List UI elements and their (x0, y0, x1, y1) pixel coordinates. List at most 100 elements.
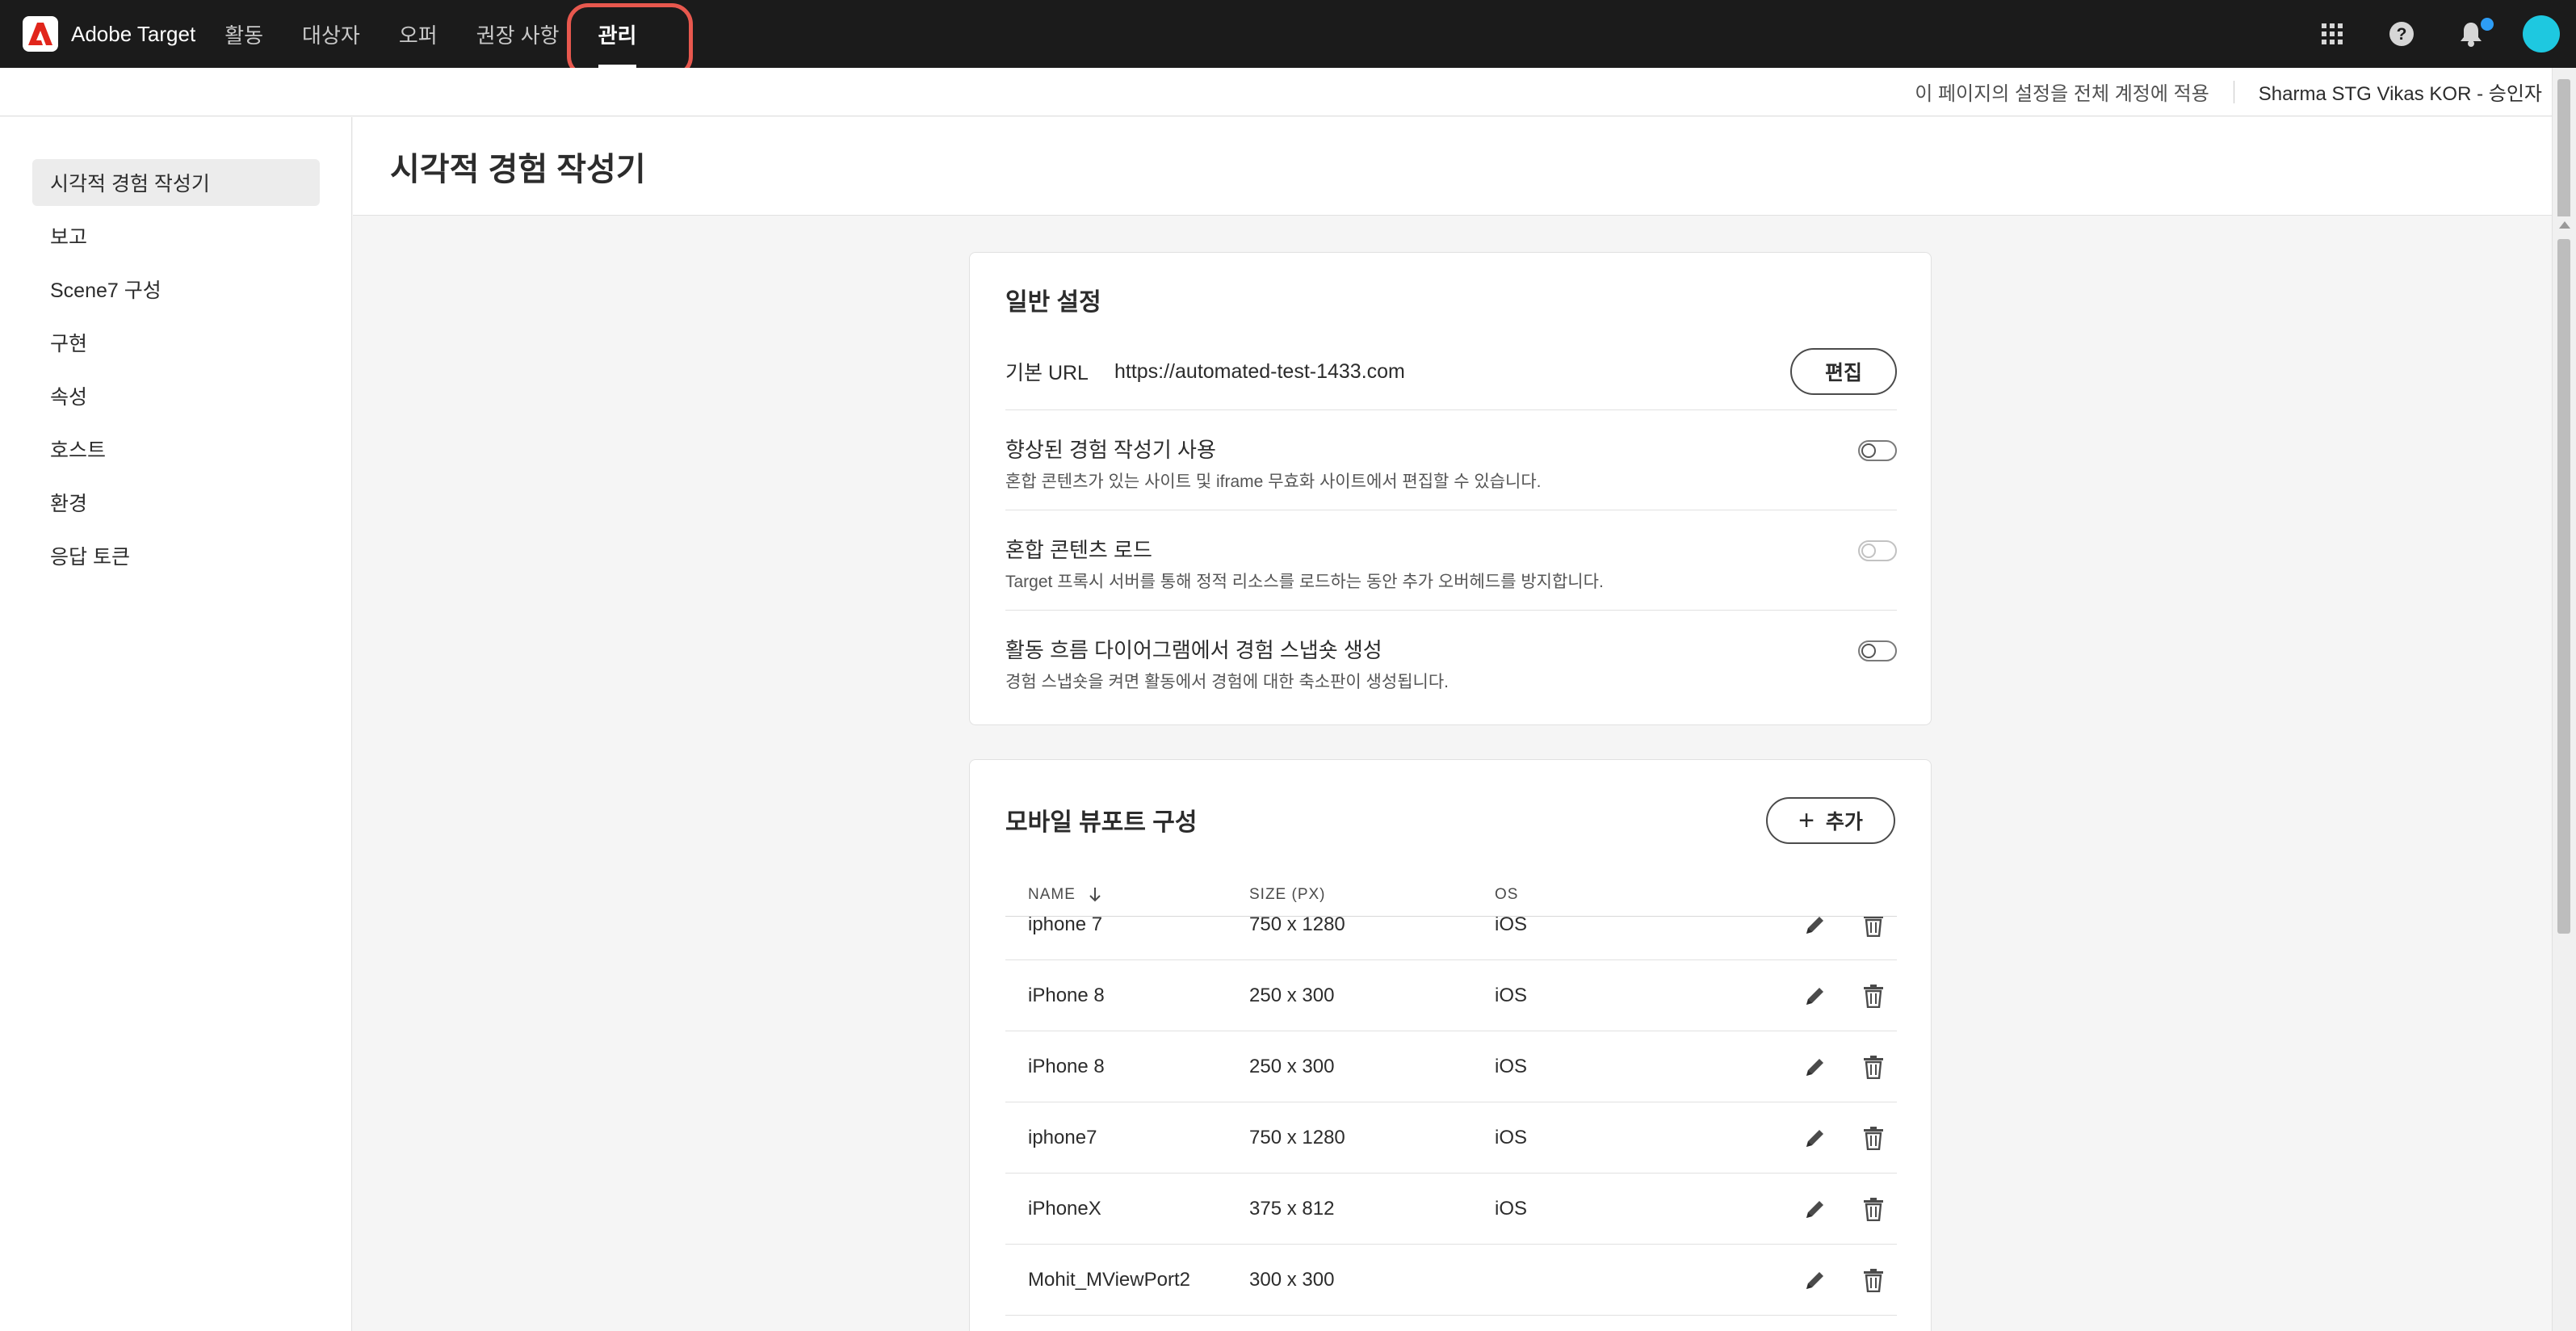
edit-pencil-icon[interactable] (1802, 917, 1829, 938)
add-button-label: 추가 (1825, 811, 1863, 833)
setting-title: 향상된 경험 작성기 사용 (1005, 438, 1216, 462)
viewport-os-cell: iOS (1495, 1197, 1528, 1220)
enhanced-composer-toggle[interactable] (1858, 440, 1897, 461)
column-name-label: NAME (1028, 885, 1076, 903)
viewport-name-cell: iphone 7 (1028, 917, 1103, 935)
divider (1005, 610, 1897, 611)
notification-badge (2479, 16, 2495, 32)
content-scrollbar-thumb[interactable] (2557, 239, 2570, 934)
adobe-logo-icon (23, 16, 58, 52)
viewport-os-cell: iOS (1495, 917, 1528, 935)
edit-pencil-icon[interactable] (1802, 1124, 1829, 1152)
row-actions (1737, 1053, 1897, 1081)
viewport-name-cell: iPhoneX (1028, 1197, 1101, 1220)
delete-trash-icon[interactable] (1860, 1266, 1887, 1294)
base-url-row: 기본 URL https://automated-test-1433.com 편… (1005, 342, 1897, 401)
column-header-os[interactable]: OS (1495, 886, 1737, 904)
user-avatar[interactable] (2523, 15, 2560, 52)
edit-pencil-icon[interactable] (1802, 1266, 1829, 1294)
sidebar-item-scene7[interactable]: Scene7 구성 (32, 266, 320, 313)
apply-to-all-accounts-link[interactable]: 이 페이지의 설정을 전체 계정에 적용 (1915, 78, 2209, 106)
viewport-table: NAME SIZE (PX) OS iphone 7 750 x 1280 iOS i… (1005, 873, 1897, 1331)
delete-trash-icon[interactable] (1860, 1195, 1887, 1223)
viewport-size-cell: 750 x 1280 (1249, 1126, 1345, 1148)
svg-text:?: ? (2397, 25, 2407, 44)
setting-description: Target 프록시 서버를 통해 정적 리소스를 로드하는 동안 추가 오버헤… (1005, 573, 1604, 591)
row-actions (1737, 917, 1897, 938)
edit-pencil-icon[interactable] (1802, 1053, 1829, 1081)
edit-pencil-icon[interactable] (1802, 1195, 1829, 1223)
sidebar-item-properties[interactable]: 속성 (32, 372, 320, 419)
setting-enhanced-composer: 향상된 경험 작성기 사용 혼합 콘텐츠가 있는 사이트 및 iframe 무효… (1005, 434, 1897, 493)
row-actions (1737, 982, 1897, 1010)
table-rows: iphone 7 750 x 1280 iOS iPhone 8 250 x 300 iO… (1005, 917, 1897, 1331)
nav-activities[interactable]: 활동 (224, 0, 263, 68)
top-navigation: Adobe Target 활동 대상자 오퍼 권장 사항 관리 ? (0, 0, 2576, 68)
table-row: iPhoneX 375 x 812 iOS (1005, 1174, 1897, 1245)
viewport-size-cell: 750 x 1280 (1249, 917, 1345, 935)
table-body: iphone 7 750 x 1280 iOS iPhone 8 250 x 300 iO… (1005, 917, 1897, 1331)
delete-trash-icon[interactable] (1860, 982, 1887, 1010)
setting-title: 혼합 콘텐츠 로드 (1005, 538, 1152, 562)
page-header: 시각적 경험 작성기 (353, 117, 2552, 216)
viewport-size-cell: 300 x 300 (1249, 1268, 1335, 1291)
viewport-size-cell: 250 x 300 (1249, 1055, 1335, 1077)
viewport-size-cell: 375 x 812 (1249, 1197, 1335, 1220)
viewport-os-cell: iOS (1495, 1126, 1528, 1148)
table-row: iphone 7 750 x 1280 iOS (1005, 917, 1897, 960)
add-viewport-button[interactable]: + 추가 (1766, 797, 1895, 844)
viewport-name-cell: iPhone 8 (1028, 984, 1105, 1006)
sort-descending-icon[interactable] (1089, 887, 1101, 903)
row-actions (1737, 1266, 1897, 1294)
apps-grid-icon[interactable] (2314, 16, 2350, 52)
sidebar-item-reporting[interactable]: 보고 (32, 212, 320, 259)
sidebar-item-environments[interactable]: 환경 (32, 479, 320, 526)
table-row: iPhone 8 250 x 300 iOS (1005, 960, 1897, 1031)
sidebar-item-hosts[interactable]: 호스트 (32, 426, 320, 472)
viewport-name-cell: Mohit_MViewPort2 (1028, 1268, 1190, 1291)
column-header-name[interactable]: NAME (1005, 886, 1249, 904)
viewport-size-cell: 250 x 300 (1249, 984, 1335, 1006)
divider (1005, 409, 1897, 410)
table-row: iPhone 8 250 x 300 iOS (1005, 1031, 1897, 1102)
nav-administration[interactable]: 관리 (598, 0, 636, 68)
edit-pencil-icon[interactable] (1802, 982, 1829, 1010)
sidebar-item-implementation[interactable]: 구현 (32, 319, 320, 366)
plus-icon: + (1798, 805, 1815, 836)
viewport-name-cell: iPhone 8 (1028, 1055, 1105, 1077)
nav-right-tools: ? (2280, 0, 2560, 68)
delete-trash-icon[interactable] (1860, 1053, 1887, 1081)
viewport-os-cell: iOS (1495, 1055, 1528, 1077)
sidebar-item-visual-experience-composer[interactable]: 시각적 경험 작성기 (32, 159, 320, 206)
scroll-up-arrow-icon[interactable] (2559, 221, 2570, 229)
delete-trash-icon[interactable] (1860, 1124, 1887, 1152)
table-row (1005, 1316, 1897, 1331)
viewport-os-cell: iOS (1495, 984, 1528, 1006)
setting-title: 활동 흐름 다이어그램에서 경험 스냅숏 생성 (1005, 638, 1382, 662)
mobile-viewport-card: 모바일 뷰포트 구성 + 추가 NAME SIZE (PX) OS iphone… (969, 759, 1932, 1331)
base-url-value: https://automated-test-1433.com (1114, 359, 1405, 383)
table-row: iphone7 750 x 1280 iOS (1005, 1102, 1897, 1174)
mobile-viewport-title: 모바일 뷰포트 구성 (1005, 809, 1198, 836)
experience-snapshots-toggle[interactable] (1858, 640, 1897, 661)
account-subheader: 이 페이지의 설정을 전체 계정에 적용 Sharma STG Vikas KO… (0, 68, 2552, 116)
column-header-size[interactable]: SIZE (PX) (1249, 886, 1495, 904)
current-user[interactable]: Sharma STG Vikas KOR - 승인자 (2259, 78, 2542, 106)
general-settings-card: 일반 설정 기본 URL https://automated-test-1433… (969, 252, 1932, 725)
notifications-bell-icon[interactable] (2453, 16, 2495, 52)
help-icon[interactable]: ? (2384, 16, 2419, 52)
app-name: Adobe Target (71, 21, 196, 46)
page-title: 시각적 경험 작성기 (390, 151, 646, 187)
delete-trash-icon[interactable] (1860, 917, 1887, 938)
nav-recommendations[interactable]: 권장 사항 (476, 0, 560, 68)
setting-description: 경험 스냅숏을 켜면 활동에서 경험에 대한 축소판이 생성됩니다. (1005, 673, 1449, 691)
edit-button[interactable]: 편집 (1790, 348, 1897, 395)
nav-audiences[interactable]: 대상자 (302, 0, 360, 68)
content-scrollbar[interactable] (2552, 216, 2576, 1331)
app-logo[interactable]: Adobe Target (23, 0, 195, 68)
setting-experience-snapshots: 활동 흐름 다이어그램에서 경험 스냅숏 생성 경험 스냅숏을 켜면 활동에서 … (1005, 634, 1897, 693)
sidebar-item-response-tokens[interactable]: 응답 토큰 (32, 532, 320, 579)
load-mixed-content-toggle[interactable] (1858, 540, 1897, 561)
nav-offers[interactable]: 오퍼 (399, 0, 438, 68)
viewport-name-cell: iphone7 (1028, 1126, 1097, 1148)
